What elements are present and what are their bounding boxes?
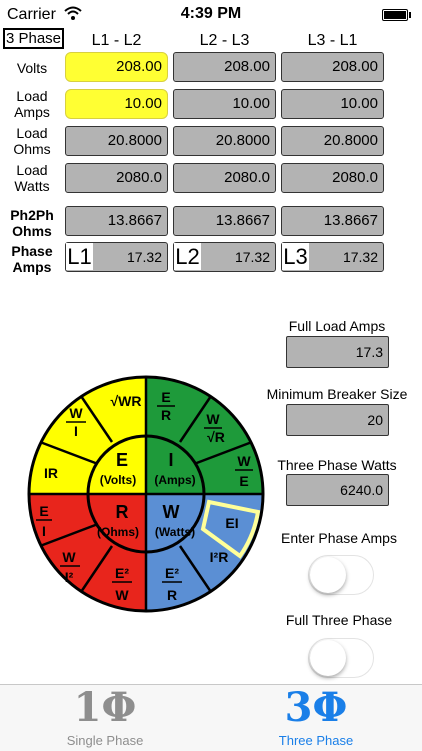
svg-text:I²: I² (65, 569, 74, 585)
volts-value-l3-l1: 208.00 (281, 52, 384, 82)
phase-amps-value-l2: L2 17.32 (173, 242, 276, 272)
column-header-l2-l3: L2 - L3 (199, 32, 250, 49)
phase-amps-value-l1: L1 17.32 (65, 242, 168, 272)
tab-single-phase-label: Single Phase (66, 733, 144, 748)
segment-i2r: I²R (210, 549, 229, 565)
battery-icon (382, 9, 408, 21)
svg-text:√R: √R (207, 429, 225, 445)
center-e: E (116, 450, 128, 470)
load-watts-value-l2-l3: 2080.0 (173, 163, 276, 193)
center-ohms: (Ohms) (97, 525, 139, 539)
three-phase-watts-label: Three Phase Watts (277, 457, 397, 473)
load-ohms-value-l2-l3: 20.8000 (173, 126, 276, 156)
load-ohms-value-l1-l2: 20.8000 (65, 126, 168, 156)
enter-phase-amps-toggle[interactable] (308, 555, 374, 595)
toggle-knob (310, 557, 346, 593)
load-amps-label: Load Amps (14, 88, 50, 120)
clock: 4:39 PM (180, 5, 242, 22)
tab-bar: 1Φ Single Phase 3Φ Three Phase (0, 684, 422, 751)
volts-input-l1-l2[interactable]: 208.00 (65, 52, 168, 82)
volts-value-l2-l3: 208.00 (173, 52, 276, 82)
center-volts: (Volts) (100, 473, 136, 487)
full-load-amps-label: Full Load Amps (288, 318, 386, 334)
load-ohms-label: Load Ohms (13, 125, 51, 157)
full-three-phase-toggle[interactable] (308, 638, 374, 678)
svg-text:W: W (62, 549, 76, 565)
ohms-law-wheel: E (Volts) I (Amps) R (Ohms) W (Watts) √W… (27, 375, 265, 613)
svg-text:R: R (167, 587, 177, 603)
full-three-phase-label: Full Three Phase (285, 612, 393, 628)
phase-amps-label: Phase Amps (11, 243, 53, 275)
status-bar: Carrier 4:39 PM (0, 0, 422, 30)
battery-tip (409, 12, 411, 18)
single-phase-icon: 1Φ (73, 684, 137, 731)
min-breaker-value: 20 (286, 404, 389, 436)
load-amps-value-l2-l3: 10.00 (173, 89, 276, 119)
column-header-l3-l1: L3 - L1 (307, 32, 358, 49)
center-r: R (116, 502, 129, 522)
segment-ei: EI (225, 515, 238, 531)
load-ohms-value-l3-l1: 20.8000 (281, 126, 384, 156)
svg-text:W: W (69, 405, 83, 421)
svg-text:W: W (206, 411, 220, 427)
tab-three-phase[interactable]: 3Φ Three Phase (236, 685, 396, 751)
toggle-knob (310, 640, 346, 676)
center-w: W (163, 502, 180, 522)
full-load-amps-value: 17.3 (286, 336, 389, 368)
enter-phase-amps-label: Enter Phase Amps (281, 530, 397, 546)
phase-tag-l2: L2 (174, 243, 201, 270)
load-amps-input-l1-l2[interactable]: 10.00 (65, 89, 168, 119)
ph2ph-ohms-value-l3-l1: 13.8667 (281, 206, 384, 236)
ph2ph-ohms-value-l2-l3: 13.8667 (173, 206, 276, 236)
ph2ph-ohms-label: Ph2Ph Ohms (10, 207, 54, 239)
mode-label: 3 Phase (3, 28, 64, 49)
svg-text:E: E (39, 503, 48, 519)
center-amps: (Amps) (154, 473, 195, 487)
ph2ph-ohms-value-l1-l2: 13.8667 (65, 206, 168, 236)
center-watts: (Watts) (155, 525, 195, 539)
tab-three-phase-label: Three Phase (278, 733, 354, 748)
center-i: I (168, 450, 173, 470)
load-amps-value-l3-l1: 10.00 (281, 89, 384, 119)
load-watts-value-l1-l2: 2080.0 (65, 163, 168, 193)
svg-text:W: W (115, 587, 129, 603)
svg-text:I: I (42, 523, 46, 539)
svg-text:W: W (237, 453, 251, 469)
svg-text:R: R (161, 407, 171, 423)
load-watts-label: Load Watts (14, 162, 50, 194)
three-phase-watts-value: 6240.0 (286, 474, 389, 506)
svg-text:E: E (239, 473, 248, 489)
svg-text:E²: E² (115, 565, 129, 581)
column-header-l1-l2: L1 - L2 (91, 32, 142, 49)
segment-ir: IR (44, 465, 58, 481)
phase-amps-value-l3: L3 17.32 (281, 242, 384, 272)
segment-sqrt-wr: √WR (110, 393, 141, 409)
load-watts-value-l3-l1: 2080.0 (281, 163, 384, 193)
three-phase-icon: 3Φ (284, 684, 348, 731)
svg-text:E: E (161, 389, 170, 405)
tab-single-phase[interactable]: 1Φ Single Phase (25, 685, 185, 751)
phase-tag-l1: L1 (66, 243, 93, 270)
volts-label: Volts (16, 60, 48, 76)
phase-tag-l3: L3 (282, 243, 309, 270)
min-breaker-label: Minimum Breaker Size (266, 386, 408, 402)
svg-text:E²: E² (165, 565, 179, 581)
svg-text:I: I (74, 423, 78, 439)
